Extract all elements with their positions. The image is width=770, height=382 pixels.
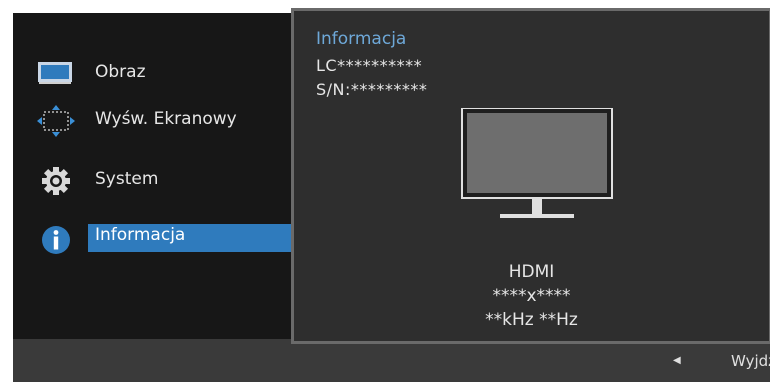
menu-item-label: System	[95, 169, 159, 189]
info-title: Informacja	[316, 29, 407, 49]
model-name: LC**********	[316, 56, 423, 75]
menu-item-obraz[interactable]: Obraz	[13, 56, 291, 92]
menu-item-label: Obraz	[95, 62, 146, 82]
footer-bar: ◀ Wyjdź	[13, 344, 770, 382]
menu-item-label: Informacja	[95, 225, 186, 245]
left-arrow-icon[interactable]: ◀	[673, 355, 681, 366]
monitor-icon	[37, 58, 75, 90]
osd-window: Obraz Wyśw. Ekranowy System Informacja I…	[13, 8, 770, 382]
move-arrows-icon	[37, 105, 75, 137]
resolution: ****x****	[492, 286, 571, 306]
menu-item-system[interactable]: System	[13, 163, 291, 199]
menu-item-label: Wyśw. Ekranowy	[95, 109, 237, 129]
menu-item-wysw-ekranowy[interactable]: Wyśw. Ekranowy	[13, 103, 291, 139]
input-source: HDMI	[508, 262, 555, 282]
menu-panel: Obraz Wyśw. Ekranowy System Informacja	[13, 13, 291, 339]
info-icon	[37, 224, 75, 256]
exit-label[interactable]: Wyjdź	[731, 352, 770, 370]
menu-item-informacja[interactable]: Informacja	[13, 222, 291, 258]
serial-number: S/N:*********	[316, 80, 428, 99]
frequency: **kHz **Hz	[485, 310, 578, 330]
info-panel: Informacja LC********** S/N:********* HD…	[291, 8, 770, 344]
gear-icon	[37, 165, 75, 197]
monitor-image	[460, 107, 614, 228]
